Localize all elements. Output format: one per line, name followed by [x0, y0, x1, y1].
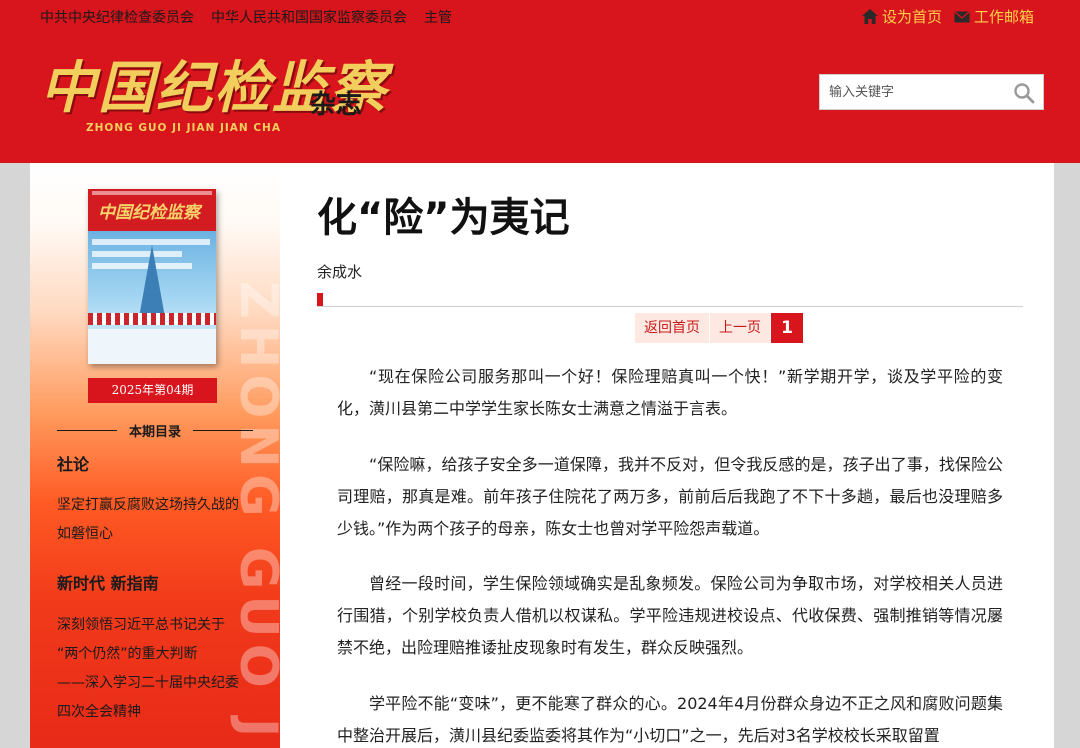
set-home-link[interactable]: 设为首页	[861, 6, 942, 27]
home-icon	[861, 9, 878, 24]
magazine-cover[interactable]: 中国纪检监察	[88, 189, 216, 364]
cover-top-strip	[92, 191, 212, 195]
divider-accent	[317, 293, 323, 307]
search-input[interactable]	[820, 75, 1005, 109]
toc-item-line: 四次全会精神	[57, 704, 141, 720]
org-link-nsc[interactable]: 中华人民共和国国家监察委员会	[211, 7, 407, 27]
article-paragraph: “现在保险公司服务那叫一个好！保险理赔真叫一个快！”新学期开学，谈及学平险的变化…	[337, 367, 1003, 418]
divider	[193, 430, 253, 431]
toc-heading: 本期目录	[57, 421, 253, 440]
main-content: ZHONG GUO JI 中国纪检监察 2025年第04期 本期目录 社论 坚定…	[30, 163, 1054, 748]
toc-section-title: 新时代 新指南	[57, 574, 159, 593]
work-mail-label: 工作邮箱	[973, 8, 1034, 26]
search-box	[819, 74, 1044, 110]
work-mail-link[interactable]: 工作邮箱	[954, 6, 1034, 27]
cover-ice-sculpture	[138, 245, 166, 323]
logo-pinyin: ZHONG GUO JI JIAN JIAN CHA	[86, 122, 281, 134]
cover-crowd	[88, 313, 216, 325]
set-home-label: 设为首页	[881, 8, 942, 26]
topbar-org-links: 中共中央纪律检查委员会 中华人民共和国国家监察委员会 主管	[40, 7, 452, 27]
article-paragraph: 曾经一段时间，学生保险领域确实是乱象频发。保险公司为争取市场，对学校相关人员进行…	[337, 574, 1003, 657]
article-paragraph: 学平险不能“变味”，更不能寒了群众的心。2024年4月份群众身边不正之风和腐败问…	[337, 694, 1003, 745]
search-icon[interactable]	[1013, 82, 1035, 104]
cover-title: 中国纪检监察	[98, 203, 200, 223]
mail-icon	[954, 10, 970, 23]
toc-item-line: 深刻领悟习近平总书记关于	[57, 617, 225, 633]
prev-page-button[interactable]: 上一页	[710, 313, 771, 343]
toc-section-title: 社论	[57, 455, 90, 474]
back-home-button[interactable]: 返回首页	[635, 313, 710, 343]
article-author: 余成水	[317, 263, 363, 281]
toc-item-line: 如磐恒心	[57, 526, 113, 542]
toc-item-line: ——深入学习二十届中央纪委	[57, 675, 239, 691]
current-page[interactable]: 1	[771, 313, 803, 343]
issue-label[interactable]: 2025年第04期	[88, 378, 217, 403]
divider	[317, 306, 1023, 307]
toc-item-line: “两个仍然”的重大判断	[57, 646, 198, 662]
article-title: 化“险”为夷记	[317, 195, 570, 241]
cover-tagline	[92, 251, 182, 257]
org-link-supervisor: 主管	[424, 10, 452, 26]
logo-subtitle: 杂志	[310, 90, 363, 120]
pagination: 返回首页 上一页 1	[635, 313, 803, 343]
article-paragraph: “保险嘛，给孩子安全多一道保障，我并不反对，但令我反感的是，孩子出了事，找保险公…	[337, 455, 1003, 538]
site-logo[interactable]: 中国纪检监察 杂志 ZHONG GUO JI JIAN JIAN CHA	[40, 56, 386, 136]
issue-sidebar: ZHONG GUO JI 中国纪检监察 2025年第04期 本期目录 社论 坚定…	[30, 163, 280, 748]
topbar-actions: 设为首页 工作邮箱	[861, 6, 1034, 27]
toc-item[interactable]: 深刻领悟习近平总书记关于 “两个仍然”的重大判断 ——深入学习二十届中央纪委 四…	[57, 611, 257, 727]
toc-item[interactable]: 坚定打赢反腐败这场持久战的 如磐恒心	[57, 491, 257, 549]
cover-snow	[88, 329, 216, 364]
toc-item-line: 坚定打赢反腐败这场持久战的	[57, 497, 239, 513]
site-header: 中共中央纪律检查委员会 中华人民共和国国家监察委员会 主管 设为首页 工作邮箱 …	[0, 0, 1080, 163]
org-link-ccdi[interactable]: 中共中央纪律检查委员会	[40, 7, 194, 27]
